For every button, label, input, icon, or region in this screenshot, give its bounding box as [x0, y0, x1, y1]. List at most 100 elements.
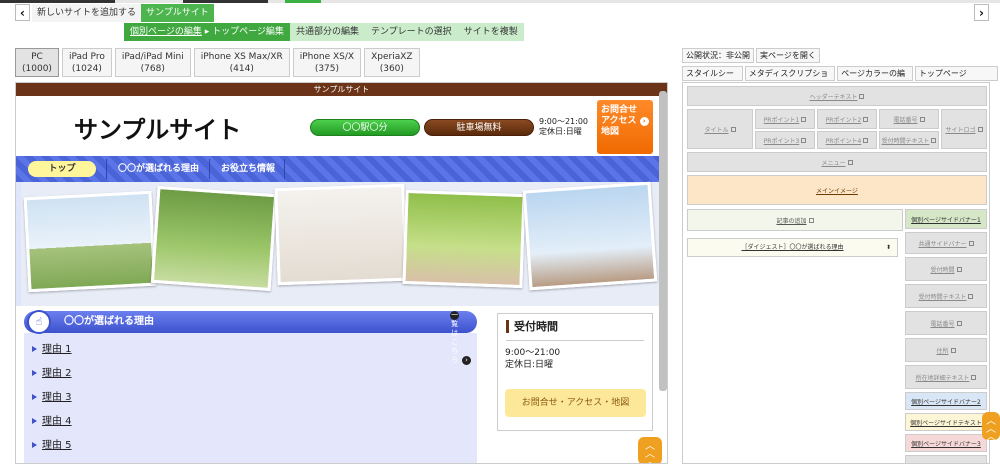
stylesheet-button[interactable]: スタイルシート — [682, 66, 743, 91]
block-pr2[interactable]: PRポイント2 — [817, 109, 877, 129]
status-row: 公開状況：非公開 実ページを開く — [682, 48, 822, 63]
subnav: 個別ページの編集 ▸ トップページ編集 共通部分の編集 テンプレートの選択 サイ… — [124, 23, 524, 41]
block-header-text[interactable]: ヘッダーテキスト — [687, 86, 987, 106]
device-tabs: PC (1000) iPad Pro (1024) iPad/iPad Mini (7… — [15, 48, 423, 77]
block-side-banner-3[interactable]: 個別ページサイドバナー3 — [905, 434, 987, 452]
edit-icon — [919, 116, 925, 122]
block-pr4[interactable]: PRポイント4 — [817, 131, 877, 149]
section-header: ☝ 〇〇が選ばれる理由 一覧はこちら › — [24, 310, 477, 365]
edit-icon — [863, 116, 869, 122]
edit-icon — [971, 374, 977, 380]
site-header: サンプルサイト 〇〇駅〇分 駐車場無料 9:00〜21:00 定休日:日曜 お問合… — [16, 96, 667, 156]
hand-pointer-icon: ☝ — [27, 310, 51, 334]
menu-item-top[interactable]: トップ — [28, 161, 96, 177]
breadcrumb-page-edit[interactable]: 個別ページの編集 — [130, 27, 202, 37]
sidebox-title: 受付時間 — [506, 320, 558, 333]
reason-link[interactable]: 理由 5 — [24, 434, 477, 458]
parking-badge: 駐車場無料 — [424, 119, 534, 136]
block-common-side-banner[interactable]: 共通サイドバナー — [905, 232, 987, 254]
chevron-up-icon[interactable]: ︿ ︿ ︿ — [638, 437, 662, 463]
page-color-button[interactable]: ページカラーの編集 — [837, 66, 913, 91]
sidebox-hours: 9:00〜21:00 定休日:日曜 — [505, 348, 561, 370]
select-arrows-icon: ⬍ — [885, 244, 891, 251]
device-tab-iphone-xs-max[interactable]: iPhone XS Max/XR (414) — [193, 48, 290, 77]
photo-hands — [402, 189, 526, 289]
breadcrumb[interactable]: 個別ページの編集 ▸ トップページ編集 — [124, 23, 290, 41]
noindex-button[interactable]: トップページnoindex — [914, 66, 998, 91]
digest-select[interactable]: ［ダイジェスト］〇〇が選ばれる理由 ⬍ — [687, 238, 898, 257]
breadcrumb-current: トップページ編集 — [212, 27, 284, 37]
block-side-hours[interactable]: 受付時間 — [905, 257, 987, 281]
reason-link[interactable]: 理由 2 — [24, 362, 477, 386]
edit-icon — [931, 137, 937, 143]
site-title[interactable]: サンプルサイト — [74, 110, 241, 145]
block-pr3[interactable]: PRポイント3 — [755, 131, 815, 149]
edit-icon — [977, 126, 983, 132]
edit-icon — [956, 320, 962, 326]
hours-sidebox: 受付時間 9:00〜21:00 定休日:日曜 お問合せ・アクセス・地図 — [497, 313, 653, 431]
sidebox-contact-button[interactable]: お問合せ・アクセス・地図 — [505, 389, 646, 417]
photo-family-sky — [23, 190, 157, 293]
block-side-phone[interactable]: 電話番号 — [905, 311, 987, 335]
section-title: 〇〇が選ばれる理由 — [64, 316, 154, 327]
menu-item-tips[interactable]: お役立ち情報 — [221, 156, 275, 182]
device-tab-pc[interactable]: PC (1000) — [15, 48, 59, 77]
reason-link[interactable]: 理由 4 — [24, 410, 477, 434]
block-side-location-text[interactable]: 所在地詳細テキスト — [905, 365, 987, 389]
block-side-hours-text[interactable]: 受付時間テキスト — [905, 284, 987, 308]
block-menu[interactable]: メニュー — [687, 152, 987, 172]
device-tab-ipad[interactable]: iPad/iPad Mini (768) — [114, 48, 191, 77]
block-pr1[interactable]: PRポイント1 — [755, 109, 815, 129]
app-window: ‹ 新しいサイトを追加する サンプルサイト › 個別ページの編集 ▸ トップペー… — [0, 0, 1000, 464]
device-tab-iphone-xs[interactable]: iPhone XS/X (375) — [292, 48, 362, 77]
edit-icon — [808, 217, 814, 223]
block-side-text[interactable]: 個別ページサイドテキスト — [905, 413, 987, 431]
current-site-tab[interactable]: サンプルサイト — [141, 4, 214, 22]
top-strip — [0, 0, 1000, 3]
block-side-more[interactable] — [905, 455, 987, 463]
reason-link[interactable]: 理由 1 — [24, 338, 477, 362]
edit-icon — [847, 159, 853, 165]
block-side-banner-1[interactable]: 個別ページサイドバナー1 — [905, 209, 987, 229]
menu-item-reasons[interactable]: 〇〇が選ばれる理由 — [118, 156, 199, 182]
edit-icon — [863, 137, 869, 143]
edit-icon — [968, 240, 974, 246]
next-button[interactable]: › — [974, 4, 989, 21]
station-badge: 〇〇駅〇分 — [310, 119, 420, 136]
chevron-up-icon[interactable]: ︿ ︿ ︿ — [982, 412, 1000, 443]
edit-icon — [801, 116, 807, 122]
edit-icon — [950, 347, 956, 353]
site-menu: トップ 〇〇が選ばれる理由 お役立ち情報 — [16, 156, 667, 182]
subnav-template-select[interactable]: テンプレートの選択 — [364, 23, 458, 41]
edit-icon — [968, 293, 974, 299]
reason-list: 理由 1 理由 2 理由 3 理由 4 理由 5 — [24, 333, 477, 463]
arrow-circle-icon: › — [639, 117, 649, 126]
publish-status: 公開状況：非公開 — [682, 48, 754, 63]
block-hours-text[interactable]: 受付時間テキスト — [879, 131, 939, 149]
block-main-image[interactable]: メインイメージ — [687, 175, 987, 205]
device-tab-xperia[interactable]: XperiaXZ (360) — [364, 48, 420, 77]
device-tab-ipad-pro[interactable]: iPad Pro (1024) — [61, 48, 112, 77]
subnav-duplicate-site[interactable]: サイトを複製 — [457, 23, 524, 41]
contact-button[interactable]: お問合せ アクセス › 地図 — [597, 100, 653, 154]
block-phone[interactable]: 電話番号 — [879, 109, 939, 129]
add-article-button[interactable]: 記事の追加 — [687, 209, 903, 231]
block-side-address[interactable]: 住所 — [905, 338, 987, 362]
block-side-banner-2[interactable]: 個別ページサイドバナー2 — [905, 392, 987, 410]
photo-couple — [274, 183, 408, 286]
block-site-logo[interactable]: サイトロゴ — [941, 109, 987, 149]
photo-children-running — [150, 185, 278, 292]
add-site-button[interactable]: 新しいサイトを追加する — [32, 4, 142, 22]
edit-icon — [956, 266, 962, 272]
main-image[interactable] — [16, 181, 667, 306]
layout-editor: ヘッダーテキスト タイトル PRポイント1 PRポイント2 電話番号 サイトロゴ… — [682, 82, 990, 464]
site-nav: 新しいサイトを追加する サンプルサイト — [32, 4, 214, 22]
meta-description-button[interactable]: メタディスクリプション — [744, 66, 836, 91]
open-page-button[interactable]: 実ページを開く — [756, 48, 820, 63]
block-title[interactable]: タイトル — [687, 109, 753, 149]
preview-scrollbar[interactable] — [659, 91, 667, 391]
reason-link[interactable]: 理由 3 — [24, 386, 477, 410]
subnav-common-edit[interactable]: 共通部分の編集 — [289, 23, 365, 41]
reasons-section: ☝ 〇〇が選ばれる理由 一覧はこちら › 理由 1 理由 2 理由 3 理由 4… — [24, 310, 477, 463]
prev-button[interactable]: ‹ — [15, 4, 30, 21]
